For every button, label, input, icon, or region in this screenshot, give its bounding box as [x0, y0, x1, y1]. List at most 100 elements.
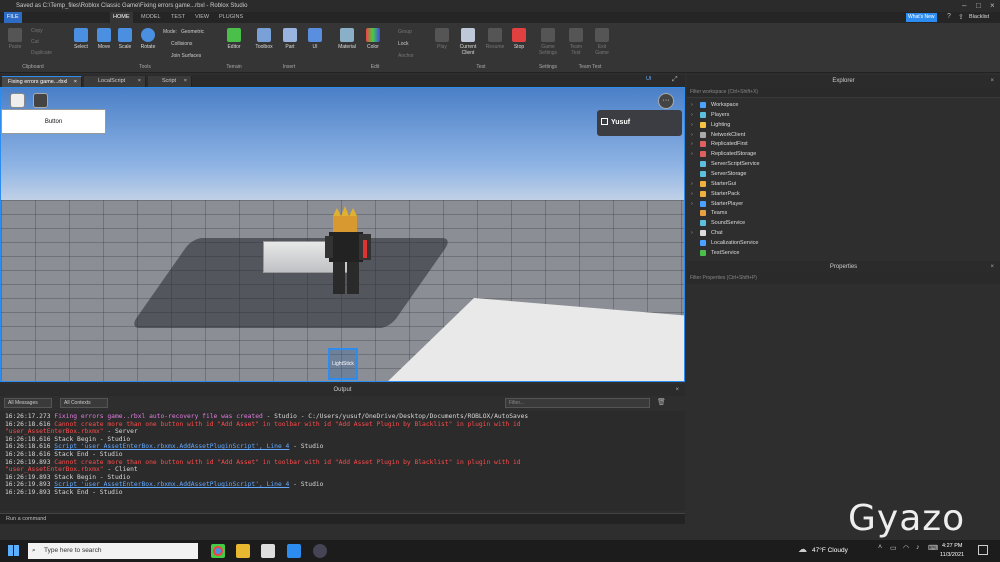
whats-new-badge[interactable]: What's New: [906, 13, 937, 22]
fullscreen-icon[interactable]: ⤢: [672, 76, 678, 84]
clock-date[interactable]: 11/3/2021: [940, 552, 964, 558]
player-avatar[interactable]: [319, 206, 379, 301]
expand-arrow-icon[interactable]: ›: [691, 110, 693, 120]
anchor-button[interactable]: Anchor: [398, 53, 414, 59]
gui-button[interactable]: Button: [1, 109, 106, 134]
group-button[interactable]: Group: [398, 29, 412, 35]
close-panel-icon[interactable]: ×: [675, 384, 679, 396]
ui-visibility-toggle[interactable]: UI: [646, 76, 652, 82]
roblox-icon[interactable]: [261, 544, 275, 558]
weather-text[interactable]: 47°F Cloudy: [812, 540, 848, 562]
expand-arrow-icon[interactable]: ›: [691, 130, 693, 140]
roblox-menu-icon[interactable]: [10, 93, 25, 108]
help-icon[interactable]: ?: [947, 13, 951, 20]
join-surfaces-toggle[interactable]: Join Surfaces: [171, 53, 201, 59]
tab-localscript[interactable]: LocalScript ×: [84, 76, 146, 87]
menu-view[interactable]: VIEW: [192, 12, 212, 23]
properties-filter-input[interactable]: Filter Properties (Ctrl+Shift+P): [687, 273, 1000, 284]
explorer-item-startergui[interactable]: › StarterGui: [687, 179, 987, 189]
close-panel-icon[interactable]: ×: [990, 75, 994, 87]
explorer-item-testservice[interactable]: TestService: [687, 248, 987, 258]
chat-icon[interactable]: [33, 93, 48, 108]
explorer-item-soundservice[interactable]: SoundService: [687, 218, 987, 228]
menu-home[interactable]: HOME: [110, 12, 133, 23]
select-tool-button[interactable]: Select: [71, 28, 91, 50]
output-text[interactable]: Script 'user_AssetEnterBox.rbxmx.AddAsse…: [54, 443, 289, 450]
menu-plugins[interactable]: PLUGINS: [216, 12, 246, 23]
explorer-item-starterplayer[interactable]: › StarterPlayer: [687, 199, 987, 209]
move-tool-button[interactable]: Move: [94, 28, 114, 50]
explorer-item-localizationservice[interactable]: LocalizationService: [687, 238, 987, 248]
ui-button[interactable]: UI: [306, 28, 324, 50]
roblox-studio-icon[interactable]: [287, 544, 301, 558]
scale-tool-button[interactable]: Scale: [115, 28, 135, 50]
clear-output-icon[interactable]: 🗑: [657, 398, 666, 406]
exit-game-button[interactable]: Exit Game: [592, 28, 612, 56]
part-button[interactable]: Part: [280, 28, 300, 50]
expand-arrow-icon[interactable]: ›: [691, 189, 693, 199]
close-icon[interactable]: ×: [990, 0, 995, 12]
share-icon[interactable]: ⇪: [958, 13, 964, 21]
command-bar[interactable]: Run a command: [0, 513, 685, 524]
3d-viewport[interactable]: Button Yusuf LightStick ···: [0, 87, 685, 382]
hotbar-tool-lightstick[interactable]: LightStick: [328, 348, 358, 380]
tray-chevron-icon[interactable]: ˄: [878, 544, 882, 551]
menu-file[interactable]: FILE: [4, 12, 22, 23]
explorer-item-replicatedstorage[interactable]: › ReplicatedStorage: [687, 149, 987, 159]
volume-icon[interactable]: ♪: [916, 544, 920, 551]
output-text[interactable]: Script 'user_AssetEnterBox.rbxmx.AddAsse…: [54, 481, 289, 488]
rotate-tool-button[interactable]: Rotate: [137, 28, 159, 50]
taskbar-search-input[interactable]: ⌕ Type here to search: [28, 543, 198, 559]
player-name-tag[interactable]: Yusuf: [597, 110, 682, 136]
copy-button[interactable]: Copy: [31, 28, 43, 34]
material-button[interactable]: Material: [334, 28, 360, 50]
expand-arrow-icon[interactable]: ›: [691, 120, 693, 130]
chrome-icon[interactable]: [211, 544, 225, 558]
expand-arrow-icon[interactable]: ›: [691, 199, 693, 209]
discord-icon[interactable]: [313, 544, 327, 558]
stop-button[interactable]: Stop: [509, 28, 529, 50]
menu-test[interactable]: TEST: [168, 12, 188, 23]
resume-button[interactable]: Resume: [483, 28, 507, 50]
clock-time[interactable]: 4:27 PM: [942, 543, 962, 549]
file-explorer-icon[interactable]: [236, 544, 250, 558]
explorer-item-teams[interactable]: Teams: [687, 208, 987, 218]
close-panel-icon[interactable]: ×: [990, 261, 994, 273]
tab-game-file[interactable]: Fixing errors game...rbxl ×: [2, 76, 82, 87]
team-test-button[interactable]: Team Test: [566, 28, 586, 56]
notifications-icon[interactable]: [978, 545, 988, 555]
toolbox-button[interactable]: Toolbox: [251, 28, 277, 50]
more-icon[interactable]: ···: [658, 93, 674, 109]
explorer-item-starterpack[interactable]: › StarterPack: [687, 189, 987, 199]
game-settings-button[interactable]: Game Settings: [536, 28, 560, 56]
paste-button[interactable]: Paste: [4, 28, 26, 50]
close-tab-icon[interactable]: ×: [138, 76, 141, 87]
explorer-item-lighting[interactable]: › Lighting: [687, 120, 987, 130]
expand-arrow-icon[interactable]: ›: [691, 149, 693, 159]
maximize-icon[interactable]: □: [976, 0, 981, 12]
explorer-item-workspace[interactable]: › Workspace: [687, 100, 987, 110]
network-icon[interactable]: ▭: [890, 544, 897, 552]
explorer-item-players[interactable]: › Players: [687, 110, 987, 120]
username[interactable]: Blacklist: [969, 12, 989, 23]
collisions-toggle[interactable]: Collisions: [171, 41, 192, 47]
explorer-filter-input[interactable]: Filter workspace (Ctrl+Shift+X): [687, 87, 1000, 98]
expand-arrow-icon[interactable]: ›: [691, 139, 693, 149]
expand-arrow-icon[interactable]: ›: [691, 100, 693, 110]
message-filter-dropdown[interactable]: All Messages: [4, 398, 52, 408]
terrain-editor-button[interactable]: Editor: [223, 28, 245, 50]
explorer-item-networkclient[interactable]: › NetworkClient: [687, 130, 987, 140]
explorer-item-serverscriptservice[interactable]: ServerScriptService: [687, 159, 987, 169]
windows-start-icon[interactable]: [8, 545, 19, 556]
mode-dropdown[interactable]: Geometric: [181, 29, 204, 35]
color-button[interactable]: Color: [362, 28, 384, 50]
play-button[interactable]: Play: [432, 28, 452, 50]
expand-arrow-icon[interactable]: ›: [691, 179, 693, 189]
explorer-item-chat[interactable]: › Chat: [687, 228, 987, 238]
lock-button[interactable]: Lock: [398, 41, 409, 47]
explorer-item-replicatedfirst[interactable]: › ReplicatedFirst: [687, 139, 987, 149]
expand-arrow-icon[interactable]: ›: [691, 228, 693, 238]
current-client-button[interactable]: Current Client: [455, 28, 481, 56]
language-icon[interactable]: ⌨: [928, 544, 938, 552]
duplicate-button[interactable]: Duplicate: [31, 50, 52, 56]
